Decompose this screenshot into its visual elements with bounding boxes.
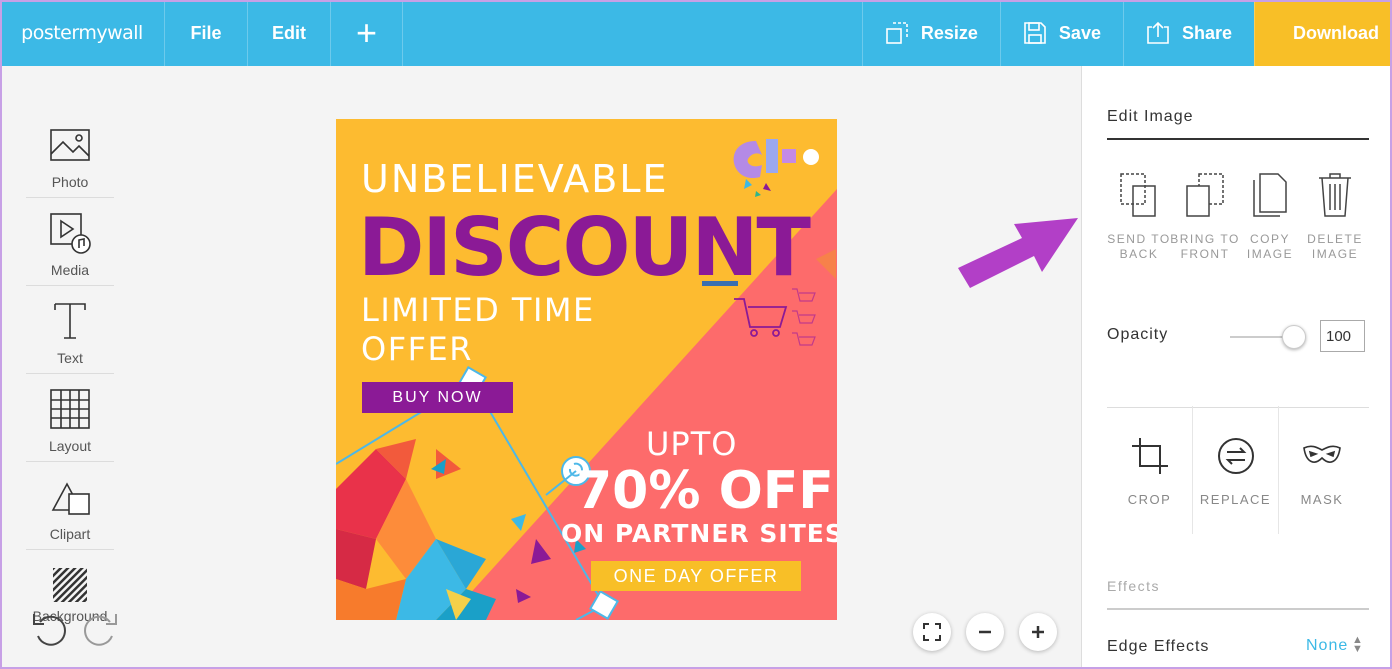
plus-icon (1032, 626, 1044, 638)
edge-effects-select[interactable]: None (1306, 637, 1348, 655)
sidebar-item-layout[interactable]: Layout (26, 374, 114, 462)
save-label: Save (1058, 22, 1101, 43)
photo-icon (50, 129, 90, 161)
send-to-back-button[interactable]: SEND TO BACK (1104, 170, 1174, 262)
add-button[interactable]: + (331, 0, 403, 66)
minus-icon (979, 630, 991, 634)
send-to-back-icon (1120, 173, 1156, 217)
sidebar-item-clipart[interactable]: Clipart (26, 462, 114, 550)
edit-menu[interactable]: Edit (248, 0, 331, 66)
trash-icon (1319, 173, 1351, 217)
fullscreen-icon (923, 623, 941, 641)
sidebar-item-media[interactable]: Media (26, 198, 114, 286)
resize-label: Resize (920, 22, 978, 43)
mask-icon (1303, 445, 1341, 463)
effects-label: Effects (1107, 578, 1161, 594)
tool-label: REPLACE (1199, 492, 1272, 507)
bring-to-front-icon (1186, 173, 1224, 217)
undo-icon[interactable] (30, 610, 70, 650)
crop-icon (1131, 438, 1168, 474)
resize-button[interactable]: Resize (861, 0, 1000, 66)
opacity-slider-handle[interactable] (1282, 325, 1306, 349)
action-label: DELETE IMAGE (1307, 232, 1363, 261)
edge-effects-label: Edge Effects (1107, 638, 1210, 655)
poster-upto[interactable]: UPTO (646, 425, 737, 463)
sidebar-item-label: Clipart (49, 526, 91, 542)
tool-label: CROP (1127, 492, 1172, 507)
sidebar-item-label: Media (50, 262, 90, 278)
sidebar-item-label: Layout (48, 438, 92, 454)
copy-image-icon (1253, 173, 1287, 217)
fullscreen-button[interactable] (913, 613, 951, 651)
left-sidebar: Photo Media Text Layout Clipart Backgrou… (0, 66, 140, 669)
action-label: COPY IMAGE (1246, 232, 1294, 261)
share-button[interactable]: Share (1122, 0, 1254, 66)
copy-image-button[interactable]: COPY IMAGE (1235, 170, 1305, 262)
redo-icon[interactable] (80, 610, 120, 650)
layout-icon (50, 389, 90, 429)
poster-partner-sites[interactable]: ON PARTNER SITES (561, 519, 837, 548)
poster-limited-line2[interactable]: OFFER (361, 330, 473, 369)
save-icon (1024, 22, 1046, 44)
logo[interactable]: postermywall (0, 0, 165, 66)
delete-image-button[interactable]: DELETE IMAGE (1300, 170, 1370, 262)
mask-button[interactable]: MASK (1279, 406, 1365, 534)
action-label: SEND TO BACK (1107, 232, 1171, 261)
undo-redo-group (30, 610, 120, 650)
poster-buy-now[interactable]: BUY NOW (362, 382, 513, 413)
poster-percent-off[interactable]: 70% OFF (576, 461, 834, 521)
poster-headline-main[interactable]: DISCOUNT (358, 201, 811, 294)
download-label: Download (1293, 22, 1379, 43)
share-label: Share (1181, 22, 1232, 43)
text-icon (54, 303, 86, 339)
resize-icon (886, 22, 908, 44)
poster-limited-line1[interactable]: LIMITED TIME (361, 291, 595, 330)
clipart-icon (51, 482, 90, 515)
bring-to-front-button[interactable]: BRING TO FRONT (1170, 170, 1240, 262)
replace-icon (1217, 438, 1254, 474)
sidebar-item-label: Photo (51, 174, 89, 190)
poster-headline-top[interactable]: UNBELIEVABLE (361, 157, 669, 201)
sidebar-item-text[interactable]: Text (26, 286, 114, 374)
crop-button[interactable]: CROP (1107, 406, 1193, 534)
file-menu[interactable]: File (165, 0, 248, 66)
effects-divider (1107, 608, 1369, 610)
title-divider (1107, 138, 1369, 140)
background-icon (53, 568, 87, 602)
zoom-in-button[interactable] (1019, 613, 1057, 651)
save-button[interactable]: Save (999, 0, 1123, 66)
opacity-label: Opacity (1107, 326, 1169, 343)
replace-button[interactable]: REPLACE (1193, 406, 1279, 534)
opacity-input[interactable] (1320, 320, 1365, 352)
poster-one-day-offer[interactable]: ONE DAY OFFER (591, 561, 801, 591)
tool-label: MASK (1300, 492, 1344, 507)
sidebar-item-label: Text (57, 350, 83, 366)
sidebar-item-photo[interactable]: Photo (26, 110, 114, 198)
poster-canvas[interactable]: UNBELIEVABLE DISCOUNT LIMITED TIME OFFER… (336, 119, 837, 620)
top-toolbar: postermywall File Edit + Resize Save Sha… (0, 0, 1392, 66)
download-button[interactable]: Download (1254, 0, 1392, 66)
annotation-arrow-icon (958, 218, 1078, 288)
action-label: BRING TO FRONT (1170, 232, 1240, 261)
zoom-out-button[interactable] (966, 613, 1004, 651)
edit-image-panel: Edit Image SEND TO BACK BRING TO FRONT C… (1081, 66, 1392, 669)
panel-title: Edit Image (1107, 108, 1194, 125)
share-icon (1147, 21, 1169, 44)
select-arrows-icon[interactable]: ▲ ▼ (1352, 635, 1363, 655)
media-icon (50, 213, 91, 254)
